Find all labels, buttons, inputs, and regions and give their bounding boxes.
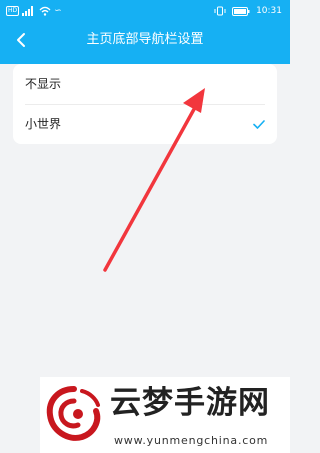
brand-url: www.yunmengchina.com <box>114 434 269 447</box>
page-title: 主页底部导航栏设置 <box>86 32 204 47</box>
status-bar: HD ∽ 10:31 <box>0 0 290 22</box>
silent-mode-icon: ∽ <box>54 6 62 16</box>
app-header: HD ∽ 10:31 主页底部导航栏设置 <box>0 0 290 64</box>
option-small-world-label: 小世界 <box>25 117 62 131</box>
signal-icon <box>22 6 34 16</box>
check-icon <box>253 120 265 129</box>
network-badge: HD <box>6 6 20 16</box>
nav-option-card: 不显示 小世界 <box>13 64 277 144</box>
vibrate-icon <box>214 6 226 16</box>
brand-logo-icon <box>46 386 101 441</box>
brand-name: 云梦手游网 <box>110 385 270 421</box>
option-hide-label: 不显示 <box>25 77 62 91</box>
status-right: 10:31 <box>214 0 282 22</box>
watermark: 云梦手游网 www.yunmengchina.com <box>40 377 290 453</box>
option-hide[interactable]: 不显示 <box>13 64 277 104</box>
wifi-icon <box>39 6 51 16</box>
clock: 10:31 <box>256 6 282 16</box>
status-left: HD ∽ <box>6 0 62 22</box>
battery-icon <box>232 6 250 16</box>
option-small-world[interactable]: 小世界 <box>13 104 277 144</box>
